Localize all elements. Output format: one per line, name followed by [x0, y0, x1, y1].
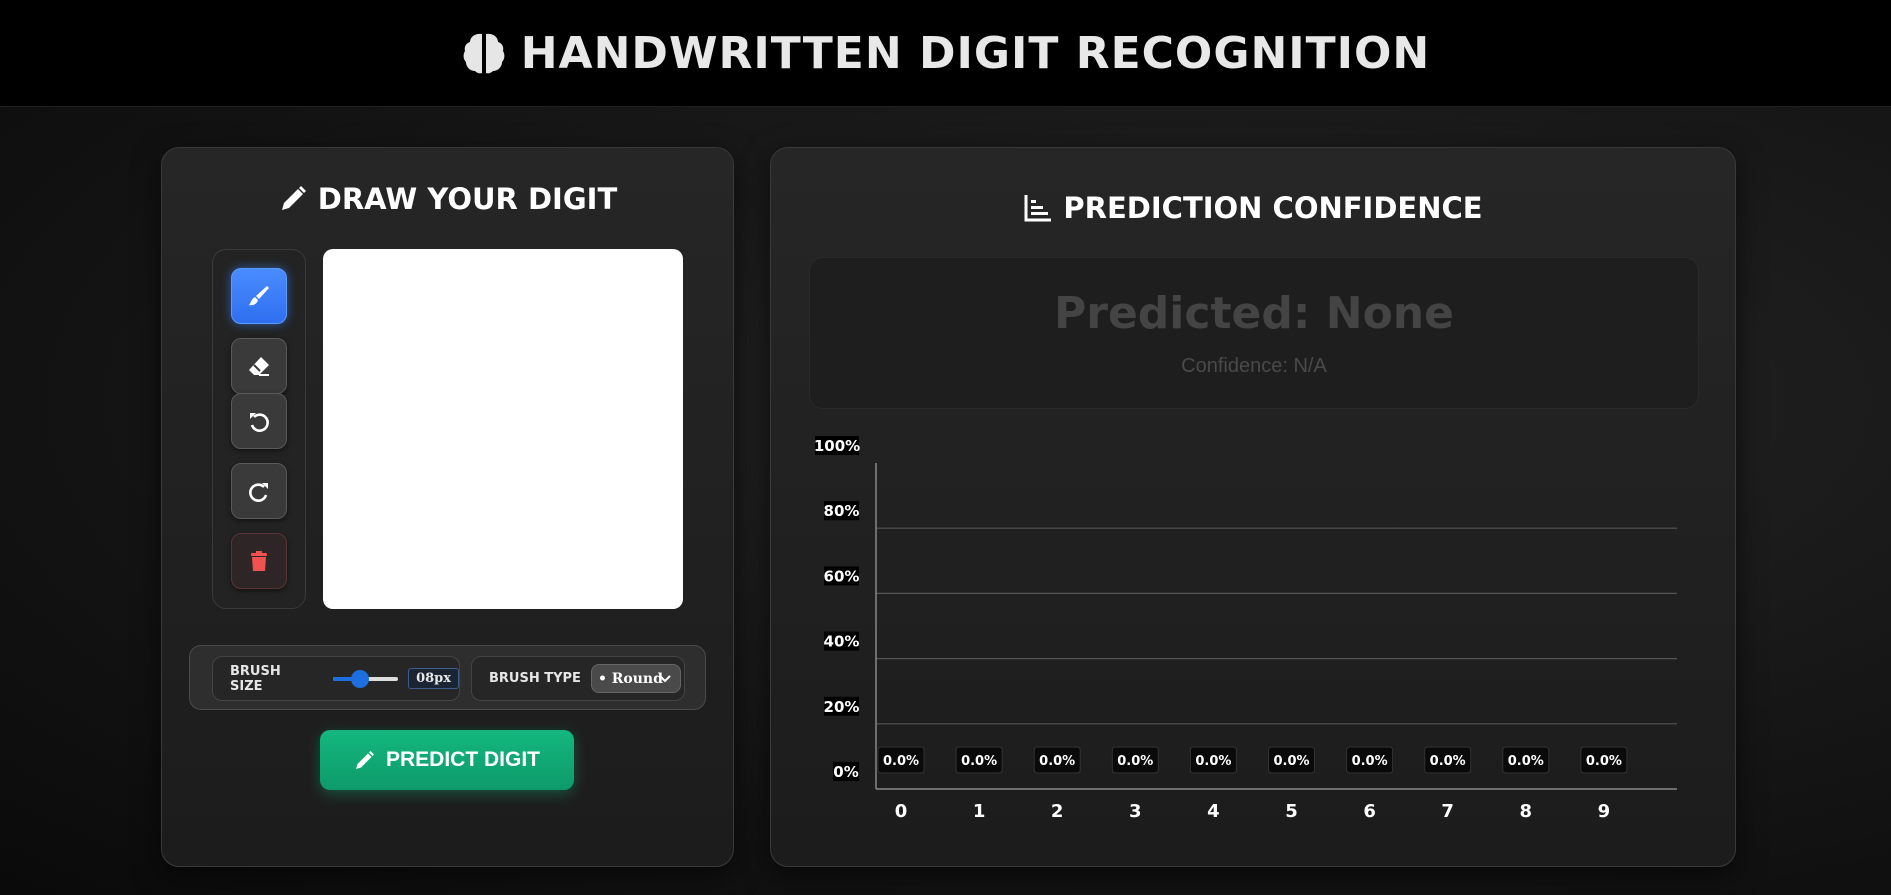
brush-type-value: • Round	[597, 670, 663, 687]
x-tick-label: 7	[1441, 801, 1454, 822]
brush-size-slider[interactable]	[332, 669, 399, 688]
y-tick-label: 80%	[824, 502, 860, 520]
brush-type-group: BRUSH TYPE • Round	[471, 656, 685, 701]
app-title-text: HANDWRITTEN DIGIT RECOGNITION	[520, 27, 1431, 79]
brush-button[interactable]	[231, 268, 287, 324]
app-header: HANDWRITTEN DIGIT RECOGNITION	[0, 0, 1891, 107]
redo-icon	[249, 483, 268, 502]
confidence-bar-chart: 0% 20% 40% 60% 80% 100% 0.0% 0 0.0% 1 0.0% 2 0.0% 3 0.…	[814, 436, 1677, 822]
brush-size-value: 08px	[408, 668, 459, 689]
bar-value-label: 0.0%	[1039, 754, 1075, 769]
draw-panel-title-text: DRAW YOUR DIGIT	[317, 182, 618, 216]
x-tick-label: 2	[1051, 801, 1064, 822]
brush-icon	[249, 286, 269, 306]
y-tick-label: 0%	[833, 763, 858, 781]
eraser-icon	[249, 357, 269, 376]
bar-value-label: 0.0%	[1352, 754, 1388, 769]
drawing-canvas[interactable]	[323, 249, 683, 609]
predict-button-label: PREDICT DIGIT	[385, 748, 540, 771]
y-tick-label: 60%	[824, 567, 860, 585]
bar-value-label: 0.0%	[1508, 754, 1544, 769]
bar-value-label: 0.0%	[1586, 754, 1622, 769]
tool-sidebar	[212, 249, 306, 609]
undo-icon	[250, 413, 269, 432]
redo-button[interactable]	[231, 463, 287, 519]
bar-value-label: 0.0%	[1430, 754, 1466, 769]
y-tick-label: 40%	[824, 633, 860, 651]
bar-value-label: 0.0%	[883, 754, 919, 769]
x-tick-label: 1	[973, 801, 986, 822]
y-tick-label: 20%	[824, 698, 860, 716]
trash-icon	[251, 551, 267, 571]
bar-value-label: 0.0%	[961, 754, 997, 769]
x-tick-label: 4	[1207, 801, 1220, 822]
chevron-down-icon	[659, 675, 671, 683]
undo-button[interactable]	[231, 393, 287, 449]
x-tick-label: 9	[1598, 801, 1611, 822]
draw-panel-title: DRAW YOUR DIGIT	[162, 182, 733, 216]
x-tick-label: 0	[895, 801, 908, 822]
brain-icon	[463, 33, 505, 74]
brush-type-select[interactable]: • Round	[590, 664, 681, 693]
brush-controls: BRUSH SIZE 08px BRUSH TYPE • Round	[189, 645, 706, 710]
clear-button[interactable]	[231, 533, 287, 589]
brush-type-label: BRUSH TYPE	[489, 671, 581, 686]
x-tick-label: 5	[1285, 801, 1298, 822]
app-title: HANDWRITTEN DIGIT RECOGNITION	[461, 28, 1431, 79]
bar-value-label: 0.0%	[1195, 754, 1231, 769]
x-tick-label: 6	[1363, 801, 1376, 822]
eraser-button[interactable]	[231, 338, 287, 394]
predict-button[interactable]: PREDICT DIGIT	[320, 730, 574, 790]
bar-value-label: 0.0%	[1117, 754, 1153, 769]
x-tick-label: 8	[1520, 801, 1533, 822]
x-tick-label: 3	[1129, 801, 1142, 822]
pencil-icon	[281, 186, 306, 210]
brush-size-slider-thumb[interactable]	[350, 669, 369, 688]
y-tick-label: 100%	[814, 437, 860, 455]
brush-size-group: BRUSH SIZE 08px	[212, 656, 460, 701]
bar-value-label: 0.0%	[1273, 754, 1309, 769]
prediction-panel: PREDICTION CONFIDENCE Predicted: None Co…	[770, 147, 1736, 867]
draw-panel: DRAW YOUR DIGIT BRUSH SIZE 08px BRUSH TY…	[161, 147, 734, 867]
pencil-icon	[355, 751, 374, 769]
brush-size-label: BRUSH SIZE	[230, 663, 281, 694]
